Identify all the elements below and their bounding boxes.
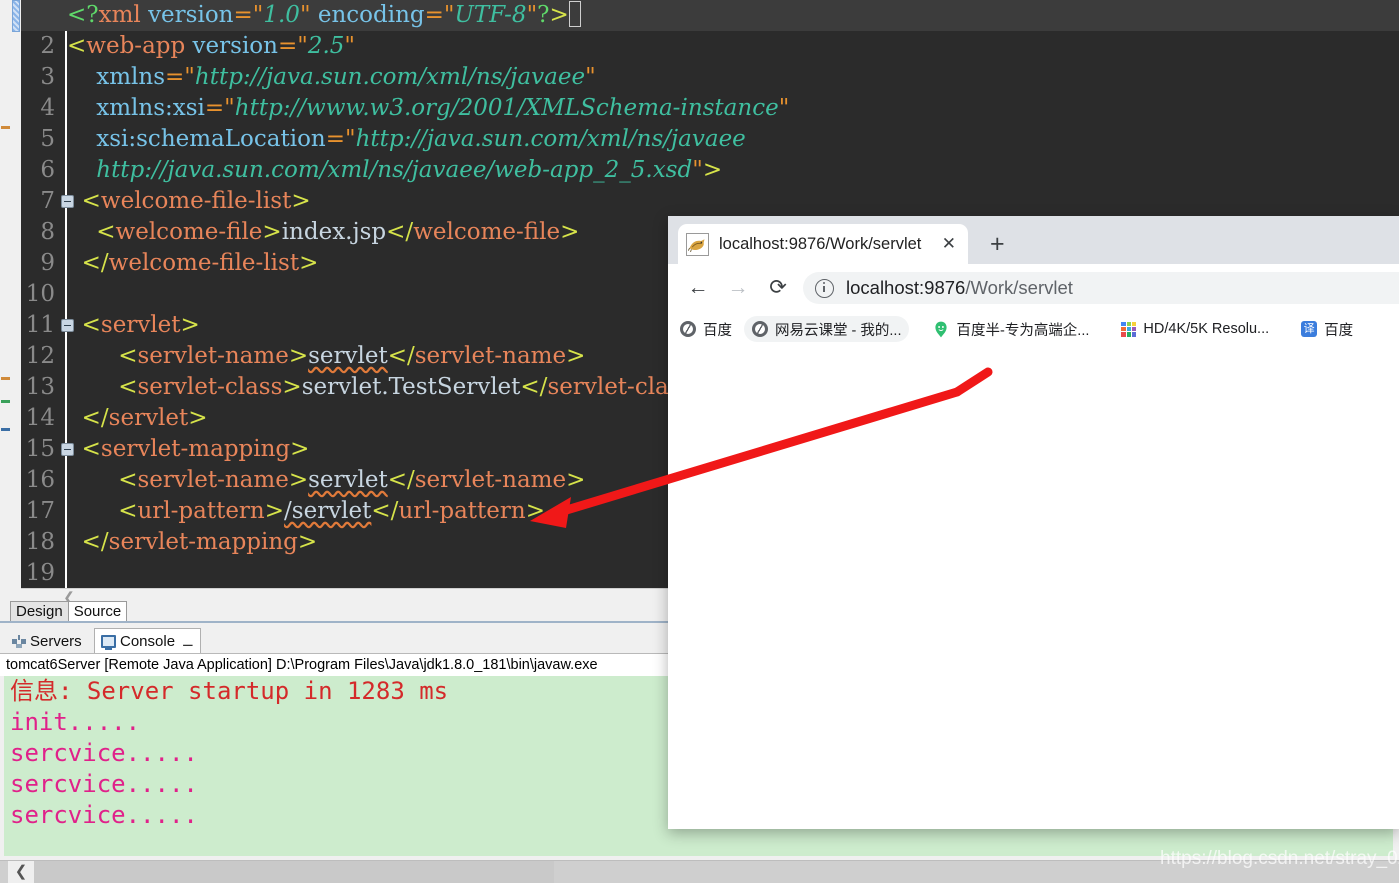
- address-bar[interactable]: localhost:9876/Work/servlet: [803, 272, 1399, 304]
- code-line-9[interactable]: </welcome-file-list>: [67, 248, 319, 279]
- line-number: 4: [40, 95, 55, 121]
- browser-toolbar: ← → ⟳ localhost:9876/Work/servlet: [668, 264, 1399, 312]
- line-number: 3: [40, 64, 55, 90]
- line-number: 12: [25, 343, 55, 369]
- bookmark-label: 百度: [703, 322, 732, 339]
- bookmarks-bar: 百度 网易云课堂 - 我的... 百度半-专为高端企... HD/4K/5K R…: [668, 312, 1399, 347]
- code-line-19[interactable]: [67, 558, 74, 588]
- tab-console[interactable]: Console ⚊: [94, 628, 201, 654]
- line-number: 10: [25, 281, 55, 307]
- watermark-text: https://blog.csdn.net/stray_0212: [1160, 848, 1399, 869]
- code-line-7[interactable]: <welcome-file-list>: [67, 186, 311, 217]
- marker-task[interactable]: [1, 428, 10, 431]
- globe-icon: [680, 321, 696, 337]
- code-line-4[interactable]: xmlns:xsi="http://www.w3.org/2001/XMLSch…: [67, 93, 789, 124]
- code-line-18[interactable]: </servlet-mapping>: [67, 527, 318, 558]
- console-line: init.....: [10, 708, 141, 736]
- console-line: sercvice.....: [10, 770, 198, 798]
- code-line-3[interactable]: xmlns="http://java.sun.com/xml/ns/javaee…: [67, 62, 595, 93]
- forward-button[interactable]: →: [724, 274, 752, 302]
- line-number: 19: [25, 560, 55, 586]
- scrollbar-thumb[interactable]: [34, 861, 554, 883]
- translate-icon: 译: [1301, 321, 1318, 337]
- new-tab-button[interactable]: +: [990, 232, 1005, 257]
- scroll-left-icon[interactable]: ❮: [8, 861, 34, 883]
- console-line: 信息: Server startup in 1283 ms: [10, 677, 449, 705]
- bookmark-label: 百度: [1324, 322, 1354, 339]
- bookmark-label: HD/4K/5K Resolu...: [1143, 321, 1270, 337]
- code-line-10[interactable]: [67, 279, 74, 310]
- bookmark-item[interactable]: 网易云课堂 - 我的...: [744, 316, 910, 342]
- code-line-16[interactable]: <servlet-name>servlet</servlet-name>: [67, 465, 585, 496]
- editor-vertical-scrollbar-thumb[interactable]: [12, 0, 20, 32]
- bookmark-label: 百度半-专为高端企...: [956, 322, 1090, 339]
- line-number: 15: [25, 436, 55, 462]
- back-button[interactable]: ←: [684, 274, 712, 302]
- code-line-1[interactable]: <?xml version="1.0" encoding="UTF-8"?>: [21, 0, 1399, 31]
- code-line-17[interactable]: <url-pattern>/servlet</url-pattern>: [67, 496, 545, 527]
- tab-servers[interactable]: Servers: [6, 628, 88, 654]
- browser-tab[interactable]: localhost:9876/Work/servlet ✕: [678, 224, 968, 264]
- editor-vertical-scrollbar[interactable]: [12, 0, 20, 595]
- code-line-12[interactable]: <servlet-name>servlet</servlet-name>: [67, 341, 585, 372]
- line-number: 17: [25, 498, 55, 524]
- console-line: sercvice.....: [10, 739, 198, 767]
- code-line-5[interactable]: xsi:schemaLocation="http://java.sun.com/…: [67, 124, 746, 155]
- address-bar-url: localhost:9876/Work/servlet: [846, 277, 1073, 299]
- marker-warning[interactable]: [1, 377, 10, 380]
- line-number: 8: [40, 219, 55, 245]
- line-number: 7: [40, 188, 55, 214]
- marker-info[interactable]: [1, 400, 10, 403]
- tomcat-cat-icon: [686, 232, 709, 256]
- browser-page-content: [668, 346, 1399, 829]
- tab-servers-label: Servers: [30, 632, 82, 650]
- line-number: 16: [25, 467, 55, 493]
- chrome-browser-window: localhost:9876/Work/servlet ✕ + ← → ⟳ lo…: [668, 216, 1399, 829]
- code-line-15[interactable]: <servlet-mapping>: [67, 434, 310, 465]
- globe-icon: [752, 321, 768, 337]
- line-number: 14: [25, 405, 55, 431]
- url-path: /Work/servlet: [965, 277, 1073, 298]
- line-number: 18: [25, 529, 55, 555]
- reload-button[interactable]: ⟳: [764, 274, 792, 302]
- tab-source[interactable]: Source: [67, 601, 128, 622]
- close-icon[interactable]: ✕: [938, 234, 960, 254]
- code-line-13[interactable]: <servlet-class>servlet.TestServlet</serv…: [67, 372, 711, 403]
- browser-tabstrip: localhost:9876/Work/servlet ✕ +: [668, 216, 1399, 264]
- code-line-14[interactable]: </servlet>: [67, 403, 208, 434]
- tab-design[interactable]: Design: [10, 601, 69, 622]
- bookmark-item[interactable]: 百度半-专为高端企...: [925, 316, 1097, 342]
- servers-icon: [12, 634, 26, 648]
- bookmark-item[interactable]: HD/4K/5K Resolu...: [1113, 316, 1277, 342]
- code-line-6[interactable]: http://java.sun.com/xml/ns/javaee/web-ap…: [67, 155, 722, 186]
- console-line: sercvice.....: [10, 801, 198, 829]
- url-host: localhost:9876: [846, 277, 966, 298]
- close-icon[interactable]: ⚊: [182, 634, 194, 650]
- browser-tab-title: localhost:9876/Work/servlet: [719, 234, 922, 253]
- tab-console-label: Console: [120, 633, 176, 650]
- bookmark-item[interactable]: 译 百度: [1293, 316, 1361, 342]
- line-number: 5: [40, 126, 55, 152]
- line-number: 9: [40, 250, 55, 276]
- console-icon: [101, 635, 116, 650]
- code-line-8[interactable]: <welcome-file>index.jsp</welcome-file>: [67, 217, 579, 248]
- line-number: 13: [25, 374, 55, 400]
- editor-line-number-gutter: 12345678910111213141516171819: [21, 0, 74, 588]
- code-line-2[interactable]: <web-app version="2.5": [67, 31, 355, 62]
- code-line-11[interactable]: <servlet>: [67, 310, 200, 341]
- line-number: 11: [25, 312, 55, 338]
- marker-warning[interactable]: [1, 126, 10, 129]
- bookmark-item[interactable]: 百度: [672, 316, 740, 342]
- bookmark-label: 网易云课堂 - 我的...: [775, 322, 902, 339]
- line-number: 6: [40, 157, 55, 183]
- line-number: 2: [40, 33, 55, 59]
- grid-icon: [1121, 321, 1137, 337]
- editor-mode-tabs[interactable]: Design Source: [10, 600, 128, 622]
- leaf-icon: [933, 321, 949, 338]
- info-circle-icon[interactable]: [815, 278, 834, 298]
